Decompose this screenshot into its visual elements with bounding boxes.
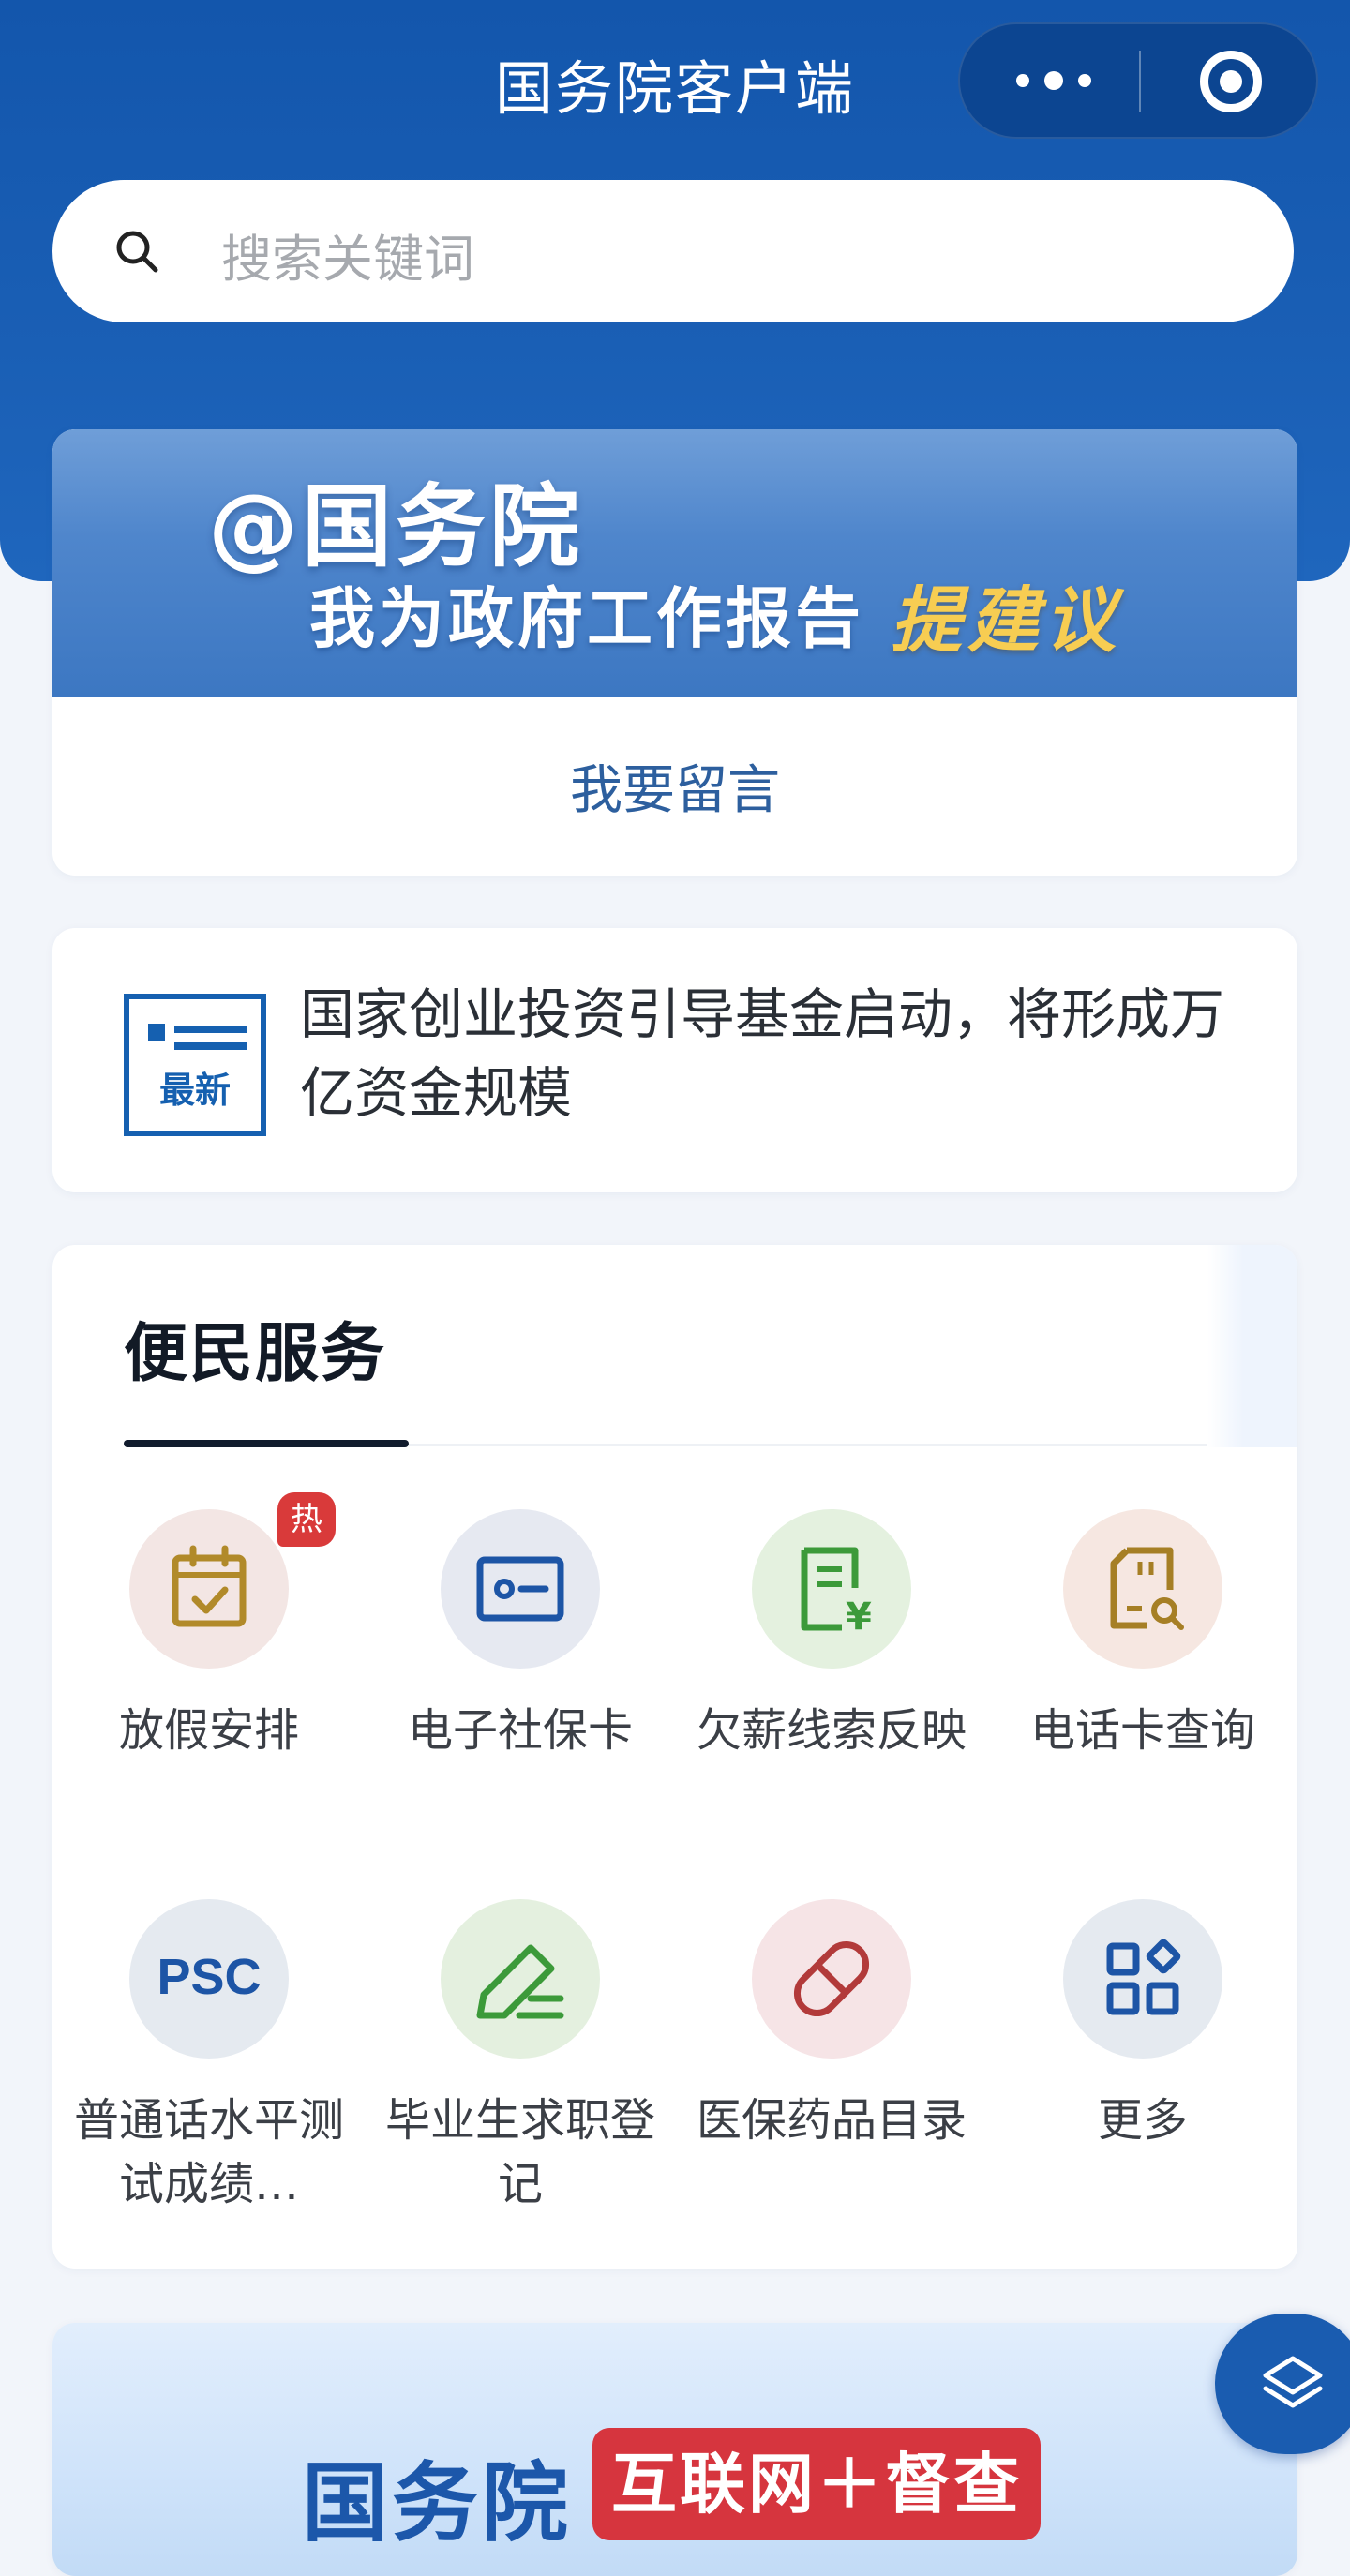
supervision-banner-badge: 互联网＋督查 bbox=[592, 2428, 1041, 2540]
psc-icon-text: PSC bbox=[157, 1949, 262, 2005]
banner-line1: @国务院 bbox=[208, 474, 583, 579]
tab-active-indicator bbox=[124, 1440, 409, 1447]
sim-card-search-icon bbox=[1063, 1509, 1222, 1669]
news-headline[interactable]: 国家创业投资引导基金启动，将形成万亿资金规模 bbox=[300, 975, 1247, 1132]
latest-news-card[interactable]: 最新 国家创业投资引导基金启动，将形成万亿资金规模 bbox=[52, 928, 1298, 1192]
latest-news-icon: 最新 bbox=[124, 994, 266, 1136]
suggestion-banner-image[interactable]: @国务院 我为政府工作报告 提建议 bbox=[52, 429, 1298, 697]
psc-icon: PSC bbox=[129, 1899, 289, 2059]
service-label: 普通话水平测试成绩… bbox=[73, 2094, 344, 2210]
capsule-divider bbox=[1139, 51, 1141, 112]
pill-icon bbox=[752, 1899, 911, 2059]
banner-line2: 我为政府工作报告 bbox=[309, 580, 864, 657]
svg-text:¥: ¥ bbox=[846, 1595, 872, 1639]
search-icon bbox=[116, 231, 158, 273]
search-bar[interactable]: 搜索关键词 bbox=[52, 180, 1294, 322]
search-input[interactable]: 搜索关键词 bbox=[221, 217, 474, 292]
service-label: 医保药品目录 bbox=[696, 2094, 967, 2147]
more-dots-icon[interactable] bbox=[1016, 71, 1091, 90]
suggestion-banner-card[interactable]: @国务院 我为政府工作报告 提建议 我要留言 bbox=[52, 429, 1298, 876]
leave-message-button[interactable]: 我要留言 bbox=[52, 748, 1298, 824]
supervision-banner-title: 国务院 bbox=[302, 2453, 573, 2554]
yuan-document-icon: ¥ bbox=[752, 1509, 911, 1669]
id-card-icon bbox=[441, 1509, 600, 1669]
tab-fade bbox=[1208, 1245, 1298, 1447]
layers-float-button[interactable] bbox=[1215, 2314, 1350, 2454]
latest-badge-text: 最新 bbox=[158, 1070, 231, 1111]
service-label: 更多 bbox=[1097, 2094, 1188, 2147]
service-label: 毕业生求职登记 bbox=[384, 2094, 655, 2210]
calendar-check-icon bbox=[129, 1509, 289, 1669]
layers-icon bbox=[1263, 2356, 1323, 2408]
hot-badge: 热 bbox=[278, 1492, 336, 1547]
target-circle-icon[interactable] bbox=[1200, 51, 1262, 112]
service-label: 电子社保卡 bbox=[407, 1704, 633, 1757]
pen-edit-icon bbox=[441, 1899, 600, 2059]
service-label: 放假安排 bbox=[118, 1704, 299, 1757]
mini-program-capsule bbox=[958, 22, 1318, 139]
services-card: 便民服务 热 放假安排 电子社保卡 ¥ 欠薪线索反映 电话卡查询 PSC 普通话… bbox=[52, 1245, 1298, 2269]
grid-more-icon bbox=[1063, 1899, 1222, 2059]
service-label: 欠薪线索反映 bbox=[696, 1704, 967, 1757]
tab-services[interactable]: 便民服务 bbox=[124, 1301, 386, 1394]
supervision-banner[interactable]: 国务院 互联网＋督查 bbox=[52, 2323, 1298, 2576]
service-label: 电话卡查询 bbox=[1029, 1704, 1255, 1757]
banner-line2-highlight: 提建议 bbox=[891, 578, 1121, 662]
